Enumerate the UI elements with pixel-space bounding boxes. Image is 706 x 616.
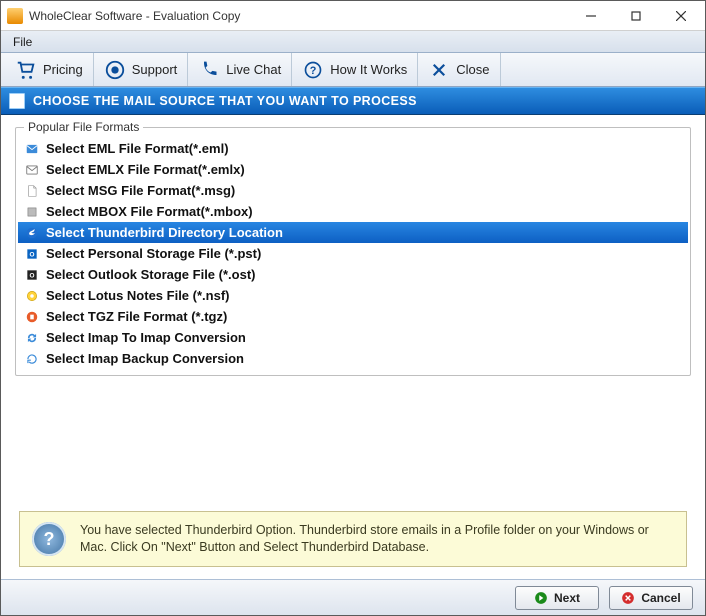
section-header: CHOOSE THE MAIL SOURCE THAT YOU WANT TO … (1, 87, 705, 115)
format-row[interactable]: O Select Outlook Storage File (*.ost) (18, 264, 688, 285)
format-row-label: Select MSG File Format(*.msg) (46, 183, 235, 198)
cancel-button[interactable]: Cancel (609, 586, 693, 610)
format-row[interactable]: Select Lotus Notes File (*.nsf) (18, 285, 688, 306)
outlook-black-icon: O (24, 267, 40, 283)
sync-icon (24, 330, 40, 346)
toolbar-close-label: Close (456, 62, 489, 77)
mail-gray-icon (24, 162, 40, 178)
format-list: Select EML File Format(*.eml) Select EMLX… (18, 138, 688, 369)
format-row-label: Select Thunderbird Directory Location (46, 225, 283, 240)
format-row[interactable]: Select TGZ File Format (*.tgz) (18, 306, 688, 327)
x-icon (428, 59, 450, 81)
format-row-label: Select Imap Backup Conversion (46, 351, 244, 366)
box-grey-icon (24, 204, 40, 220)
svg-text:?: ? (310, 65, 317, 77)
format-row[interactable]: O Select Personal Storage File (*.pst) (18, 243, 688, 264)
support-button[interactable]: Support (94, 53, 189, 86)
info-icon: ? (32, 522, 66, 556)
lotus-icon (24, 288, 40, 304)
format-row-label: Select TGZ File Format (*.tgz) (46, 309, 227, 324)
howitworks-button[interactable]: ? How It Works (292, 53, 418, 86)
toolbar: Pricing Support Live Chat ? How It Works… (1, 53, 705, 87)
format-row-label: Select MBOX File Format(*.mbox) (46, 204, 253, 219)
cancel-x-icon (621, 591, 635, 605)
menubar: File (1, 31, 705, 53)
next-button[interactable]: Next (515, 586, 599, 610)
close-window-button[interactable] (658, 1, 703, 30)
doc-icon (24, 183, 40, 199)
group-legend: Popular File Formats (24, 120, 143, 134)
toolbar-close-button[interactable]: Close (418, 53, 500, 86)
svg-text:O: O (30, 251, 35, 258)
format-row[interactable]: Select Thunderbird Directory Location (18, 222, 688, 243)
footer-bar: Next Cancel (1, 579, 705, 615)
minimize-button[interactable] (568, 1, 613, 30)
format-row[interactable]: Select Imap Backup Conversion (18, 348, 688, 369)
file-formats-group: Popular File Formats Select EML File For… (15, 127, 691, 376)
livechat-button[interactable]: Live Chat (188, 53, 292, 86)
window-controls (568, 1, 703, 30)
maximize-button[interactable] (613, 1, 658, 30)
format-row-label: Select Outlook Storage File (*.ost) (46, 267, 255, 282)
cart-icon (15, 59, 37, 81)
thunderbird-icon (24, 225, 40, 241)
section-header-text: CHOOSE THE MAIL SOURCE THAT YOU WANT TO … (33, 94, 417, 108)
spacer (15, 376, 691, 505)
support-label: Support (132, 62, 178, 77)
svg-text:O: O (30, 272, 35, 279)
window-title: WholeClear Software - Evaluation Copy (29, 9, 568, 23)
app-icon (7, 8, 23, 24)
next-arrow-icon (534, 591, 548, 605)
app-window: WholeClear Software - Evaluation Copy Fi… (0, 0, 706, 616)
format-row-label: Select Imap To Imap Conversion (46, 330, 246, 345)
format-row[interactable]: Select MSG File Format(*.msg) (18, 180, 688, 201)
pricing-button[interactable]: Pricing (5, 53, 94, 86)
tgz-icon (24, 309, 40, 325)
question-icon: ? (302, 59, 324, 81)
format-row-label: Select Lotus Notes File (*.nsf) (46, 288, 229, 303)
content-area: Popular File Formats Select EML File For… (1, 115, 705, 579)
format-row-label: Select EMLX File Format(*.emlx) (46, 162, 245, 177)
format-row[interactable]: Select EML File Format(*.eml) (18, 138, 688, 159)
close-icon (676, 11, 686, 21)
backup-icon (24, 351, 40, 367)
format-row[interactable]: Select EMLX File Format(*.emlx) (18, 159, 688, 180)
format-row[interactable]: Select MBOX File Format(*.mbox) (18, 201, 688, 222)
phone-icon (198, 59, 220, 81)
next-label: Next (554, 591, 580, 605)
format-row[interactable]: Select Imap To Imap Conversion (18, 327, 688, 348)
howitworks-label: How It Works (330, 62, 407, 77)
maximize-icon (631, 11, 641, 21)
header-icon (9, 93, 25, 109)
headset-icon (104, 59, 126, 81)
menu-file[interactable]: File (5, 33, 40, 51)
mail-blue-icon (24, 141, 40, 157)
minimize-icon (586, 11, 596, 21)
format-row-label: Select EML File Format(*.eml) (46, 141, 229, 156)
info-text: You have selected Thunderbird Option. Th… (80, 522, 674, 556)
pricing-label: Pricing (43, 62, 83, 77)
titlebar: WholeClear Software - Evaluation Copy (1, 1, 705, 31)
cancel-label: Cancel (641, 591, 680, 605)
info-panel: ? You have selected Thunderbird Option. … (19, 511, 687, 567)
livechat-label: Live Chat (226, 62, 281, 77)
outlook-blue-icon: O (24, 246, 40, 262)
format-row-label: Select Personal Storage File (*.pst) (46, 246, 261, 261)
